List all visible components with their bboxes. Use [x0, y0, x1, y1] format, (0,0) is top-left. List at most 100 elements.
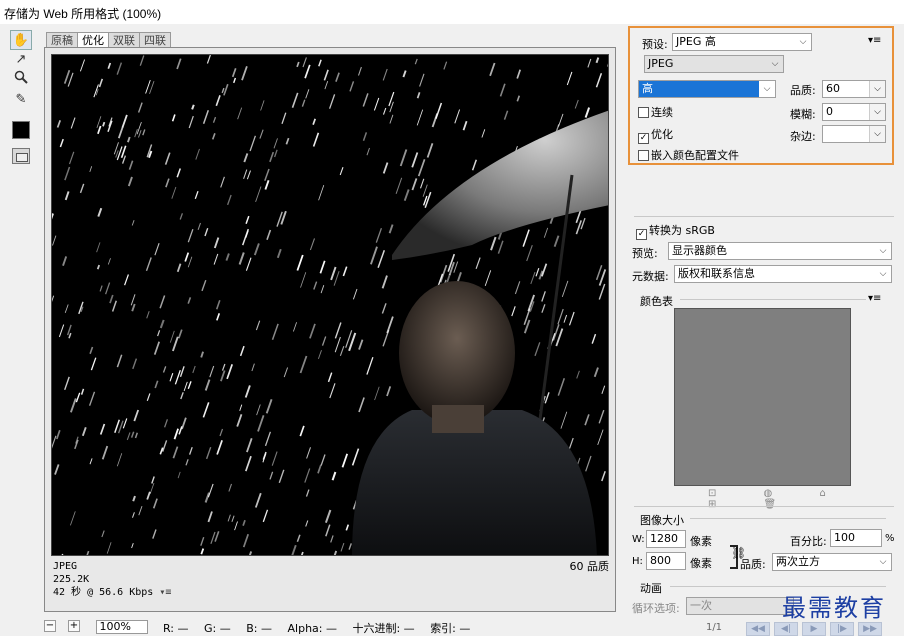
rain-drop — [155, 243, 159, 255]
rain-drop — [588, 59, 591, 68]
progressive-checkbox[interactable]: 连续 — [638, 106, 673, 119]
preview-select[interactable]: 显示器颜色⌵ — [668, 242, 892, 260]
rain-drop — [418, 92, 420, 98]
rain-drop — [567, 72, 572, 85]
zoom-level-select[interactable]: 100% — [96, 620, 148, 634]
rain-drop — [81, 184, 84, 193]
rain-drop — [152, 477, 154, 484]
eyedropper-tool-icon[interactable]: ✎ — [10, 90, 32, 110]
chevron-down-icon: ⌵ — [795, 34, 811, 50]
blur-input[interactable]: 0⌵ — [822, 103, 886, 121]
rain-drop — [188, 229, 193, 242]
rain-drop — [198, 223, 200, 230]
rain-drop — [599, 410, 604, 423]
rain-drop — [205, 228, 208, 236]
hand-tool-icon[interactable]: ✋ — [10, 30, 32, 50]
rain-drop — [103, 446, 108, 459]
rain-drop — [464, 121, 467, 130]
metadata-label: 元数据: — [632, 268, 669, 284]
rain-drop — [119, 421, 123, 434]
alpha-readout: Alpha: — — [288, 622, 337, 634]
quality-label: 品质: — [790, 82, 816, 98]
checkmark-icon: ✓ — [636, 229, 647, 240]
rain-drop — [202, 280, 206, 291]
panel-menu-icon[interactable]: ▾≡ — [868, 35, 881, 46]
slice-select-tool-icon[interactable]: ↗ — [10, 50, 32, 70]
image-size-label: 图像大小 — [640, 512, 684, 528]
tab-4-up[interactable]: 四联 — [139, 32, 171, 48]
percent-input[interactable]: 100 — [830, 529, 882, 547]
zoom-tool-icon[interactable] — [10, 70, 32, 90]
rain-drop — [246, 385, 250, 397]
color-table[interactable] — [674, 308, 851, 486]
rain-drop — [134, 410, 138, 421]
rain-drop — [186, 459, 188, 465]
resample-label: 品质: — [740, 556, 766, 572]
preset-select[interactable]: JPEG 高⌵ — [672, 33, 812, 51]
rain-drop — [160, 296, 165, 309]
rain-drop — [270, 152, 273, 162]
watermark-logo: 最需教育 — [782, 588, 886, 623]
rain-drop — [382, 303, 386, 313]
eyedropper-color-swatch[interactable] — [12, 121, 30, 139]
rain-drop — [143, 130, 145, 136]
rain-drop — [278, 249, 281, 258]
compression-quality-select[interactable]: 高⌵ — [638, 80, 776, 98]
rain-drop — [420, 74, 424, 87]
rain-drop — [132, 543, 134, 548]
toggle-slices-visibility-button[interactable] — [12, 148, 30, 164]
file-format-select[interactable]: JPEG⌵ — [644, 55, 784, 73]
convert-srgb-checkbox[interactable]: ✓转换为 sRGB — [636, 224, 715, 240]
download-rate-menu-icon[interactable]: ▾≡ — [159, 587, 171, 598]
rain-drop — [586, 108, 590, 118]
rain-drop — [116, 150, 119, 157]
rain-drop — [98, 265, 100, 269]
rain-drop — [215, 238, 219, 248]
tab-optimized[interactable]: 优化 — [77, 32, 109, 48]
rain-drop — [302, 100, 304, 107]
rain-drop — [80, 60, 84, 72]
rain-drop — [329, 373, 332, 382]
embed-color-profile-checkbox[interactable]: 嵌入颜色配置文件 — [638, 149, 739, 162]
rain-drop — [390, 225, 393, 234]
rain-drop — [100, 286, 102, 292]
rain-drop — [306, 89, 309, 98]
rain-drop — [204, 110, 209, 124]
rain-drop — [153, 530, 156, 539]
zoom-in-button[interactable]: + — [68, 620, 80, 632]
rain-drop — [387, 317, 393, 333]
rain-drop — [52, 214, 53, 221]
resample-select[interactable]: 两次立方⌵ — [772, 553, 892, 571]
rain-drop — [76, 393, 79, 402]
rain-drop — [390, 115, 393, 124]
rain-drop — [310, 238, 314, 250]
matte-select[interactable]: ⌵ — [822, 125, 886, 143]
rain-drop — [140, 56, 144, 66]
quality-input[interactable]: 60⌵ — [822, 80, 886, 98]
rain-drop — [340, 167, 343, 175]
metadata-select[interactable]: 版权和联系信息⌵ — [674, 265, 892, 283]
rain-drop — [179, 330, 182, 339]
width-input[interactable]: 1280 — [646, 530, 686, 548]
zoom-out-button[interactable]: − — [44, 620, 56, 632]
umbrella-canopy — [392, 110, 609, 260]
optimized-checkbox[interactable]: ✓优化 — [638, 128, 673, 144]
rain-drop — [349, 543, 351, 549]
rain-drop — [175, 370, 180, 384]
rain-drop — [270, 472, 273, 480]
color-table-menu-icon[interactable]: ▾≡ — [868, 293, 881, 304]
rain-drop — [265, 180, 268, 189]
loop-options-select[interactable]: 一次 — [686, 597, 794, 615]
height-input[interactable]: 800 — [646, 552, 686, 570]
tab-original[interactable]: 原稿 — [46, 32, 78, 48]
rain-drop — [244, 153, 247, 162]
tab-2-up[interactable]: 双联 — [108, 32, 140, 48]
color-table-toolbar-icons[interactable]: ⊡ ◍ ⌂ ⊞ 🗑 — [708, 488, 848, 502]
rain-drop — [367, 148, 370, 155]
rain-drop — [97, 242, 100, 252]
preview-image[interactable] — [51, 54, 609, 556]
optimization-settings-panel: 预设: JPEG 高⌵ ▾≡ JPEG⌵ 高⌵ 品质: 60⌵ 连续 模糊: 0… — [628, 22, 894, 634]
rain-drop — [60, 139, 63, 147]
rain-drop — [346, 525, 348, 531]
rain-drop — [243, 520, 245, 526]
